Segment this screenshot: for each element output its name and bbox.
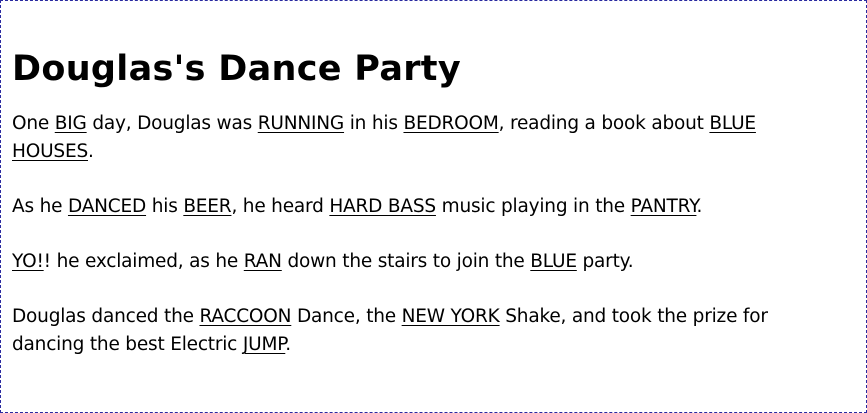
- story-text: Dance, the: [291, 306, 402, 327]
- filled-word: JUMP: [242, 334, 286, 355]
- filled-word: BIG: [54, 113, 87, 134]
- story-text: music playing in the: [435, 196, 631, 217]
- filled-word: RUNNING: [257, 113, 345, 134]
- story-text: Douglas danced the: [12, 306, 200, 327]
- story-paragraph-3: YO!! he exclaimed, as he RAN down the st…: [12, 248, 832, 276]
- story-text: .: [285, 334, 291, 355]
- story-text: .: [696, 196, 703, 217]
- story-text: in his: [344, 113, 404, 134]
- story-text: As he: [12, 196, 68, 217]
- story-text: down the stairs to join the: [281, 251, 531, 272]
- story-paragraph-4: Douglas danced the RACCOON Dance, the NE…: [12, 303, 832, 359]
- filled-word: RAN: [243, 251, 282, 272]
- filled-word: BLUE: [530, 251, 577, 272]
- story-text: , reading a book about: [498, 113, 710, 134]
- filled-word: NEW YORK: [401, 306, 500, 327]
- story-text: ! he exclaimed, as he: [43, 251, 244, 272]
- filled-word: BEDROOM: [403, 113, 499, 134]
- story-text: his: [146, 196, 184, 217]
- story-text: .: [88, 141, 94, 162]
- page-title: Douglas's Dance Party: [12, 49, 461, 89]
- filled-word: HARD BASS: [329, 196, 436, 217]
- story-paragraph-1: One BIG day, Douglas was RUNNING in his …: [12, 110, 832, 166]
- filled-word: PANTRY: [630, 196, 697, 217]
- story-text: One: [12, 113, 55, 134]
- story-paragraph-2: As he DANCED his BEER, he heard HARD BAS…: [12, 193, 832, 221]
- filled-word: YO!: [12, 251, 44, 272]
- story-text: , he heard: [231, 196, 330, 217]
- story-content: Douglas's Dance Party One BIG day, Dougl…: [12, 44, 832, 386]
- filled-word: BEER: [183, 196, 232, 217]
- story-text: day, Douglas was: [86, 113, 258, 134]
- filled-word: DANCED: [67, 196, 147, 217]
- filled-word: RACCOON: [199, 306, 292, 327]
- story-text: party.: [576, 251, 634, 272]
